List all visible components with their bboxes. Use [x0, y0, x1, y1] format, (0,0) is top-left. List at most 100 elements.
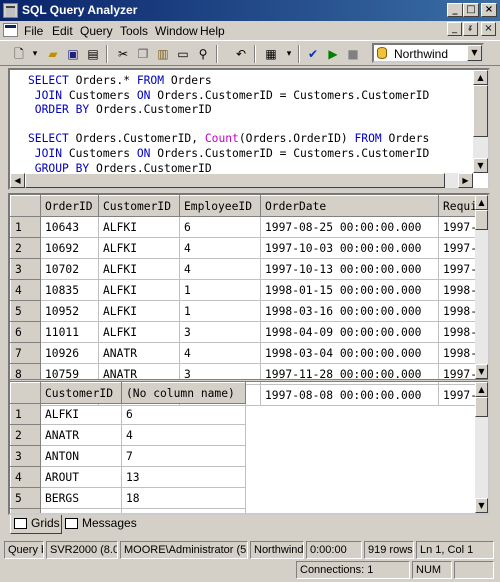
document-icon[interactable]: [3, 23, 18, 37]
title-bar[interactable]: SQL Query Analyzer _ □ ×: [0, 0, 500, 21]
row-number[interactable]: 7: [10, 342, 41, 364]
table-cell[interactable]: 1997-10-13 00:00:00.000: [260, 258, 439, 280]
results-grid-2[interactable]: CustomerID (No column name) 1 ALFKI 6 2 ANATR…: [10, 382, 246, 513]
table-cell[interactable]: 4: [179, 237, 261, 259]
table-row[interactable]: 2 10692 ALFKI 4 1997-10-03 00:00:00.000 1997-: [10, 237, 487, 259]
results-grid-1[interactable]: OrderID CustomerID EmployeeID OrderDate Requ…: [10, 195, 487, 406]
scroll-thumb[interactable]: [473, 85, 488, 137]
table-row[interactable]: 5 10952 ALFKI 1 1998-03-16 00:00:00.000 1998-: [10, 300, 487, 322]
code-line[interactable]: JOIN Customers ON Orders.CustomerID = Cu…: [28, 89, 430, 102]
table-cell[interactable]: 1997-08-25 00:00:00.000: [260, 216, 439, 238]
scroll-down-icon[interactable]: ▼: [475, 364, 488, 379]
execute-icon[interactable]: ▶: [324, 45, 342, 63]
table-cell[interactable]: ALFKI: [98, 216, 180, 238]
table-cell[interactable]: 10926: [40, 342, 99, 364]
editor-horizontal-scrollbar[interactable]: ◀ ▶: [10, 173, 473, 188]
parse-query-icon[interactable]: ✔: [304, 45, 322, 63]
results-dropdown-icon[interactable]: ▾: [280, 45, 298, 63]
row-number[interactable]: 6: [10, 321, 41, 343]
mdi-close-button[interactable]: ×: [481, 22, 496, 36]
scroll-thumb[interactable]: [25, 173, 445, 188]
tab-grids[interactable]: Grids: [10, 515, 62, 534]
row-number[interactable]: 1: [10, 403, 41, 425]
scroll-up-icon[interactable]: ▲: [475, 382, 488, 397]
row-number[interactable]: 4: [10, 279, 41, 301]
table-row[interactable]: 1 10643 ALFKI 6 1997-08-25 00:00:00.000 1997-: [10, 216, 487, 238]
column-header[interactable]: OrderID: [40, 195, 99, 217]
table-row[interactable]: 3 ANTON 7: [10, 445, 246, 467]
table-cell[interactable]: 7: [121, 445, 246, 467]
table-cell[interactable]: 4: [179, 258, 261, 280]
table-row[interactable]: 6 11011 ALFKI 3 1998-04-09 00:00:00.000 1998-: [10, 321, 487, 343]
query-editor[interactable]: SELECT Orders.* FROM Orders JOIN Custome…: [8, 68, 490, 190]
grid-corner[interactable]: [10, 382, 41, 404]
column-header[interactable]: EmployeeID: [179, 195, 261, 217]
scroll-thumb[interactable]: [475, 210, 488, 230]
table-cell[interactable]: ALFKI: [98, 258, 180, 280]
menu-file[interactable]: File: [24, 24, 43, 38]
tab-messages[interactable]: Messages: [62, 515, 138, 534]
table-row[interactable]: 5 BERGS 18: [10, 487, 246, 509]
menu-help[interactable]: Help: [200, 24, 225, 38]
table-cell[interactable]: 1998-03-04 00:00:00.000: [260, 342, 439, 364]
scroll-left-icon[interactable]: ◀: [10, 173, 25, 188]
table-cell[interactable]: 11011: [40, 321, 99, 343]
column-header[interactable]: OrderDate: [260, 195, 439, 217]
grid2-vertical-scrollbar[interactable]: ▲ ▼: [475, 382, 488, 513]
table-cell[interactable]: ALFKI: [98, 321, 180, 343]
row-number[interactable]: 3: [10, 445, 41, 467]
column-header[interactable]: (No column name): [121, 382, 246, 404]
table-cell[interactable]: 1997-10-03 00:00:00.000: [260, 237, 439, 259]
column-header[interactable]: CustomerID: [40, 382, 122, 404]
clear-window-icon[interactable]: ▭: [174, 45, 192, 63]
table-cell[interactable]: BERGS: [40, 487, 122, 509]
new-dropdown-icon[interactable]: ▾: [26, 45, 44, 63]
table-cell[interactable]: 1: [179, 279, 261, 301]
table-row[interactable]: 2 ANATR 4: [10, 424, 246, 446]
table-cell[interactable]: ALFKI: [98, 300, 180, 322]
table-cell[interactable]: 18: [121, 487, 246, 509]
scroll-right-icon[interactable]: ▶: [458, 173, 473, 188]
paste-icon[interactable]: ▥: [154, 45, 172, 63]
table-cell[interactable]: 1998-04-09 00:00:00.000: [260, 321, 439, 343]
editor-vertical-scrollbar[interactable]: ▲ ▼: [473, 70, 488, 173]
save-icon[interactable]: ▣: [64, 45, 82, 63]
table-cell[interactable]: 10643: [40, 216, 99, 238]
menu-edit[interactable]: Edit: [52, 24, 73, 38]
menu-tools[interactable]: Tools: [120, 24, 148, 38]
grid1-vertical-scrollbar[interactable]: ▲ ▼: [475, 195, 488, 379]
insert-template-icon[interactable]: ▤: [84, 45, 102, 63]
find-icon[interactable]: ⚲: [194, 45, 212, 63]
table-cell[interactable]: 1: [179, 300, 261, 322]
table-row[interactable]: 4 10835 ALFKI 1 1998-01-15 00:00:00.000 1998-: [10, 279, 487, 301]
row-number[interactable]: 5: [10, 300, 41, 322]
cut-icon[interactable]: ✂: [114, 45, 132, 63]
maximize-button[interactable]: □: [463, 3, 479, 17]
table-cell[interactable]: 4: [179, 342, 261, 364]
table-cell[interactable]: ALFKI: [40, 403, 122, 425]
column-header[interactable]: CustomerID: [98, 195, 180, 217]
menu-query[interactable]: Query: [80, 24, 113, 38]
chevron-down-icon[interactable]: ▼: [467, 45, 482, 61]
close-button[interactable]: ×: [481, 3, 497, 17]
undo-icon[interactable]: ↶: [232, 45, 250, 63]
table-cell[interactable]: ANTON: [40, 445, 122, 467]
row-number[interactable]: 2: [10, 237, 41, 259]
table-cell[interactable]: ANATR: [98, 342, 180, 364]
scroll-down-icon[interactable]: ▼: [475, 498, 488, 513]
scroll-up-icon[interactable]: ▲: [475, 195, 488, 210]
table-row[interactable]: 7 10926 ANATR 4 1998-03-04 00:00:00.000 1998-: [10, 342, 487, 364]
table-row[interactable]: 3 10702 ALFKI 4 1997-10-13 00:00:00.000 1997-: [10, 258, 487, 280]
row-number[interactable]: 5: [10, 487, 41, 509]
table-cell[interactable]: 3: [179, 321, 261, 343]
table-cell[interactable]: 13: [121, 466, 246, 488]
row-number[interactable]: 2: [10, 424, 41, 446]
table-cell[interactable]: 10702: [40, 258, 99, 280]
table-cell[interactable]: 6: [121, 403, 246, 425]
mdi-restore-button[interactable]: ᵲ: [463, 22, 478, 36]
open-icon[interactable]: ▰: [44, 45, 62, 63]
code-line[interactable]: ORDER BY Orders.CustomerID: [28, 103, 212, 116]
row-number[interactable]: 3: [10, 258, 41, 280]
table-cell[interactable]: 6: [179, 216, 261, 238]
table-cell[interactable]: 10835: [40, 279, 99, 301]
